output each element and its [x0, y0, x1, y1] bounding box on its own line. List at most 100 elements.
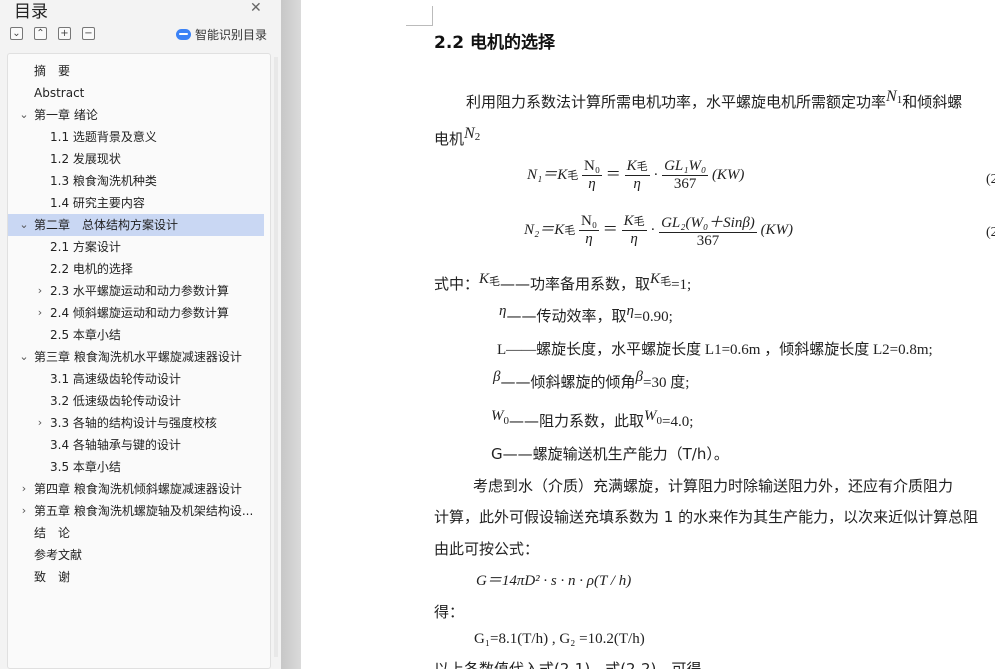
toc-item[interactable]: ⌄ 第三章 粮食淘洗机水平螺旋减速器设计: [8, 346, 264, 368]
equation-2: N₂＝K毛 N₀ η ＝ K毛 η · GL₂(W₀＋Sinβ) 367 (KW): [524, 211, 794, 249]
eq1-frac2-num-sub: 毛: [636, 161, 648, 173]
last-line: 以上各数值代入式(2-1)、式(2-2)，可得: [434, 660, 702, 669]
eq1-k-sub: 毛: [567, 169, 579, 182]
intro-mid: 和倾斜螺: [902, 93, 963, 111]
intro-text: 利用阻力系数法计算所需电机功率，水平螺旋电机所需额定功率: [466, 93, 887, 111]
eq2-frac2-num-sub: 毛: [633, 216, 645, 228]
sidebar-scrollbar[interactable]: [274, 57, 278, 657]
chevron-right-icon[interactable]: ›: [18, 478, 30, 500]
where-L-line: L——螺旋长度，水平螺旋长度 L1=0.6m ，倾斜螺旋长度 L2=0.8m;: [497, 342, 933, 358]
eta-symbol-2: η: [626, 303, 634, 319]
toc-item[interactable]: 2.2 电机的选择: [8, 258, 264, 280]
eq1-frac1: N₀ η: [581, 158, 603, 193]
toc-item[interactable]: 1.1 选题背景及意义: [8, 126, 264, 148]
intro-line-1: 利用阻力系数法计算所需电机功率，水平螺旋电机所需额定功率N1和倾斜螺: [466, 88, 963, 112]
toc-item[interactable]: › 3.3 各轴的结构设计与强度校核: [8, 412, 264, 434]
toc-item[interactable]: 1.2 发展现状: [8, 148, 264, 170]
eq2-unit: (KW): [760, 221, 794, 238]
where-prefix: 式中：: [434, 275, 480, 293]
where-K-text: ——功率备用系数，取: [500, 275, 651, 293]
where-eta-line: η——传动效率，取η=0.90;: [499, 303, 673, 326]
page-corner-mark: [406, 6, 433, 26]
toc-item[interactable]: 参考文献: [8, 544, 264, 566]
toc-item[interactable]: ⌄ 第一章 绪论: [8, 104, 264, 126]
W-value: =4.0;: [662, 414, 694, 430]
toc-item-label: 结 论: [34, 526, 71, 540]
toc-item[interactable]: › 2.3 水平螺旋运动和动力参数计算: [8, 280, 264, 302]
chevron-right-icon[interactable]: ›: [34, 280, 46, 302]
chevron-right-icon[interactable]: ›: [18, 500, 30, 522]
chevron-down-icon[interactable]: ⌄: [18, 104, 30, 126]
W-symbol: W: [491, 408, 504, 424]
where-beta-line: β——倾斜螺旋的倾角β=30 度;: [493, 369, 690, 392]
section-heading: 2.2 电机的选择: [434, 33, 556, 53]
toc-item-label: 3.4 各轴轴承与键的设计: [50, 438, 181, 452]
toc-item[interactable]: 致 谢: [8, 566, 264, 588]
eq2-frac1-den: η: [585, 231, 593, 247]
smart-toc-button[interactable]: 智能识别目录: [176, 26, 267, 43]
toc-item[interactable]: ⌄ 第二章 总体结构方案设计: [8, 214, 264, 236]
eq1-frac1-den: η: [588, 176, 596, 192]
toc-item-label: 致 谢: [34, 570, 71, 584]
collapse-all-icon[interactable]: ⌄: [10, 27, 23, 40]
expand-all-icon[interactable]: ⌃: [34, 27, 47, 40]
intro-line2-text: 电机: [434, 130, 465, 148]
ai-icon: [176, 29, 191, 40]
chevron-right-icon[interactable]: ›: [34, 412, 46, 434]
close-icon[interactable]: ✕: [250, 0, 262, 16]
smart-toc-label: 智能识别目录: [195, 28, 268, 42]
toc-item-label: 2.1 方案设计: [50, 240, 121, 254]
where-K-line: 式中：K毛——功率备用系数，取K毛=1;: [434, 271, 691, 294]
toc-item-label: 第五章 粮食淘洗机螺旋轴及机架结构设...: [34, 504, 254, 518]
equation-1: N₁＝K毛 N₀ η ＝ K毛 η · GL₁W₀ 367 (KW): [527, 158, 745, 193]
eq2-k-sub: 毛: [564, 224, 576, 237]
eq1-frac3: GL₁W₀ 367: [662, 158, 709, 193]
eq2-frac3-den: 367: [696, 233, 720, 249]
toc-item-label: 3.2 低速级齿轮传动设计: [50, 394, 181, 408]
toc-item-label: 第一章 绪论: [34, 108, 98, 122]
toc-item[interactable]: 3.5 本章小结: [8, 456, 264, 478]
toc-item-label: 参考文献: [34, 548, 83, 562]
chevron-down-icon[interactable]: ⌄: [18, 214, 30, 236]
toc-item[interactable]: 3.1 高速级齿轮传动设计: [8, 368, 264, 390]
where-K-symbol-2: K: [650, 271, 661, 287]
intro-N1-sub: 1: [896, 94, 903, 106]
intro-N1: N: [886, 88, 897, 105]
eq1-frac1-num: N₀: [581, 158, 603, 176]
chevron-right-icon[interactable]: ›: [34, 302, 46, 324]
beta-symbol-2: β: [635, 369, 643, 385]
toc-item[interactable]: 1.3 粮食淘洗机种类: [8, 170, 264, 192]
W-sub-2: 0: [656, 415, 663, 427]
eq2-frac3-num: GL₂(W₀＋Sinβ): [659, 211, 757, 233]
where-W-line: W0——阻力系数，此取W0=4.0;: [491, 408, 694, 431]
toc-item[interactable]: › 第五章 粮食淘洗机螺旋轴及机架结构设...: [8, 500, 264, 522]
chevron-down-icon[interactable]: ⌄: [18, 346, 30, 368]
add-heading-icon[interactable]: +: [58, 27, 71, 40]
toc-item-label: 2.5 本章小结: [50, 328, 121, 342]
toc-item-label: 2.4 倾斜螺旋运动和动力参数计算: [50, 306, 229, 320]
eq1-unit: (KW): [711, 166, 745, 183]
where-K-symbol: K: [479, 271, 490, 287]
toc-item[interactable]: 2.1 方案设计: [8, 236, 264, 258]
toc-item[interactable]: Abstract: [8, 82, 264, 104]
equation-2-number: (2: [986, 225, 995, 240]
toc-item-label: 1.3 粮食淘洗机种类: [50, 174, 157, 188]
toc-item[interactable]: 3.4 各轴轴承与键的设计: [8, 434, 264, 456]
formula-G: G＝14πD² · s · n · ρ(T / h): [476, 573, 632, 589]
toc-item[interactable]: › 第四章 粮食淘洗机倾斜螺旋减速器设计: [8, 478, 264, 500]
eq1-frac3-num: GL₁W₀: [662, 158, 709, 176]
got-label: 得：: [434, 603, 465, 621]
eq1-lhs: N₁＝K: [527, 166, 568, 183]
toc-item[interactable]: 摘 要: [8, 60, 264, 82]
toc-item[interactable]: 结 论: [8, 522, 264, 544]
eq1-frac3-den: 367: [673, 176, 697, 192]
remove-heading-icon[interactable]: −: [82, 27, 95, 40]
toc-item[interactable]: 3.2 低速级齿轮传动设计: [8, 390, 264, 412]
eta-symbol: η: [499, 303, 507, 319]
toc-item[interactable]: › 2.4 倾斜螺旋运动和动力参数计算: [8, 302, 264, 324]
toc-sidebar: 目录 ✕ ⌄ ⌃ + − 智能识别目录 摘 要 Abstract ⌄ 第一章 绪论 1.…: [0, 0, 281, 669]
toc-item[interactable]: 1.4 研究主要内容: [8, 192, 264, 214]
eq2-frac2: K毛 η: [621, 213, 647, 248]
beta-value: =30 度;: [642, 375, 690, 391]
toc-item[interactable]: 2.5 本章小结: [8, 324, 264, 346]
